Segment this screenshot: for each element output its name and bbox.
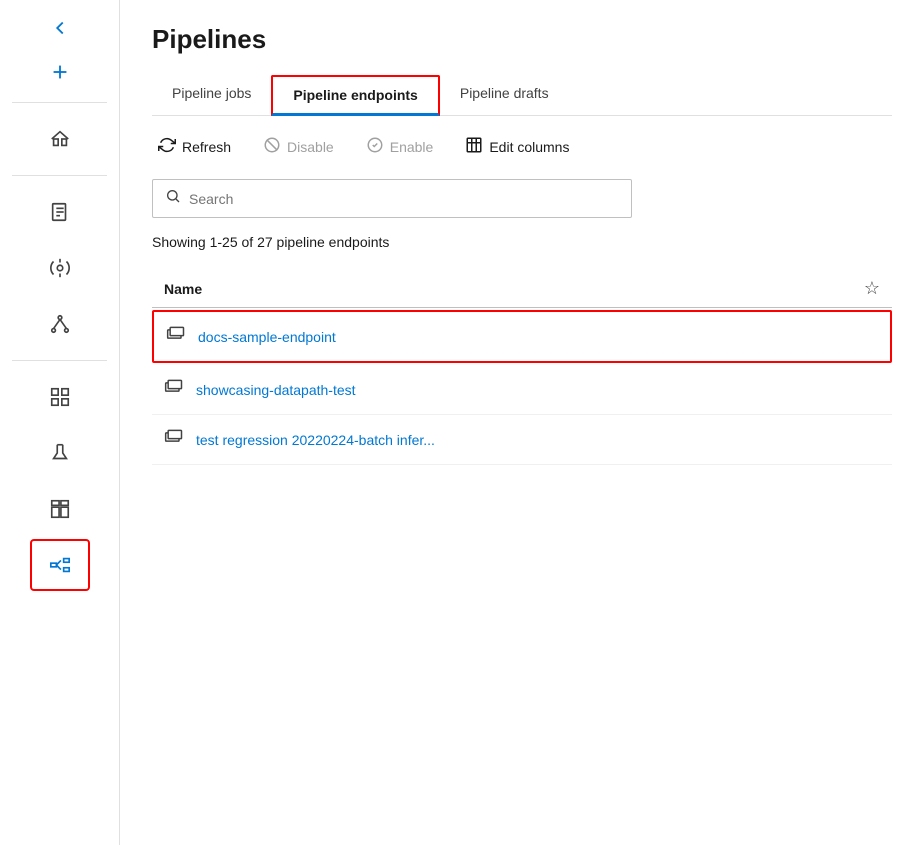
endpoint-link[interactable]: docs-sample-endpoint xyxy=(198,329,336,345)
add-button[interactable] xyxy=(30,52,90,92)
endpoint-link[interactable]: showcasing-datapath-test xyxy=(196,382,356,398)
back-button[interactable] xyxy=(30,8,90,48)
data-table: Name ☆ docs-sample-endpoint showcasing-d… xyxy=(152,270,892,465)
sidebar-item-compute[interactable] xyxy=(30,242,90,294)
edit-columns-icon xyxy=(465,136,483,157)
disable-icon xyxy=(263,136,281,157)
table-row[interactable]: test regression 20220224-batch infer... xyxy=(152,415,892,465)
table-row[interactable]: showcasing-datapath-test xyxy=(152,365,892,415)
endpoint-icon xyxy=(166,324,186,349)
sidebar-item-experiments[interactable] xyxy=(30,427,90,479)
tab-pipeline-drafts[interactable]: Pipeline drafts xyxy=(440,75,569,116)
page-title: Pipelines xyxy=(152,24,892,55)
edit-columns-label: Edit columns xyxy=(489,139,569,155)
enable-label: Enable xyxy=(390,139,434,155)
tab-pipeline-endpoints[interactable]: Pipeline endpoints xyxy=(271,75,439,116)
endpoint-icon xyxy=(164,377,184,402)
table-row[interactable]: docs-sample-endpoint xyxy=(152,310,892,363)
endpoint-icon xyxy=(164,427,184,452)
toolbar: Refresh Disable Enable xyxy=(152,132,892,161)
search-input[interactable] xyxy=(189,191,619,207)
search-container xyxy=(152,179,632,218)
sidebar-item-pipelines[interactable] xyxy=(30,539,90,591)
favorite-star-icon[interactable]: ☆ xyxy=(864,278,880,299)
enable-button[interactable]: Enable xyxy=(360,132,440,161)
search-icon xyxy=(165,188,181,209)
sidebar-item-network[interactable] xyxy=(30,298,90,350)
tab-pipeline-jobs[interactable]: Pipeline jobs xyxy=(152,75,271,116)
disable-label: Disable xyxy=(287,139,334,155)
sidebar-item-notebooks[interactable] xyxy=(30,186,90,238)
main-content: Pipelines Pipeline jobs Pipeline endpoin… xyxy=(120,0,924,845)
sidebar-item-home[interactable] xyxy=(30,113,90,165)
enable-icon xyxy=(366,136,384,157)
count-text: Showing 1-25 of 27 pipeline endpoints xyxy=(152,234,892,250)
refresh-label: Refresh xyxy=(182,139,231,155)
column-name-header: Name xyxy=(164,281,856,297)
sidebar xyxy=(0,0,120,845)
disable-button[interactable]: Disable xyxy=(257,132,340,161)
sidebar-item-dashboard[interactable] xyxy=(30,483,90,535)
tabs: Pipeline jobs Pipeline endpoints Pipelin… xyxy=(152,75,892,116)
refresh-button[interactable]: Refresh xyxy=(152,132,237,161)
refresh-icon xyxy=(158,136,176,157)
edit-columns-button[interactable]: Edit columns xyxy=(459,132,575,161)
table-header: Name ☆ xyxy=(152,270,892,308)
sidebar-item-analytics[interactable] xyxy=(30,371,90,423)
endpoint-link[interactable]: test regression 20220224-batch infer... xyxy=(196,432,435,448)
